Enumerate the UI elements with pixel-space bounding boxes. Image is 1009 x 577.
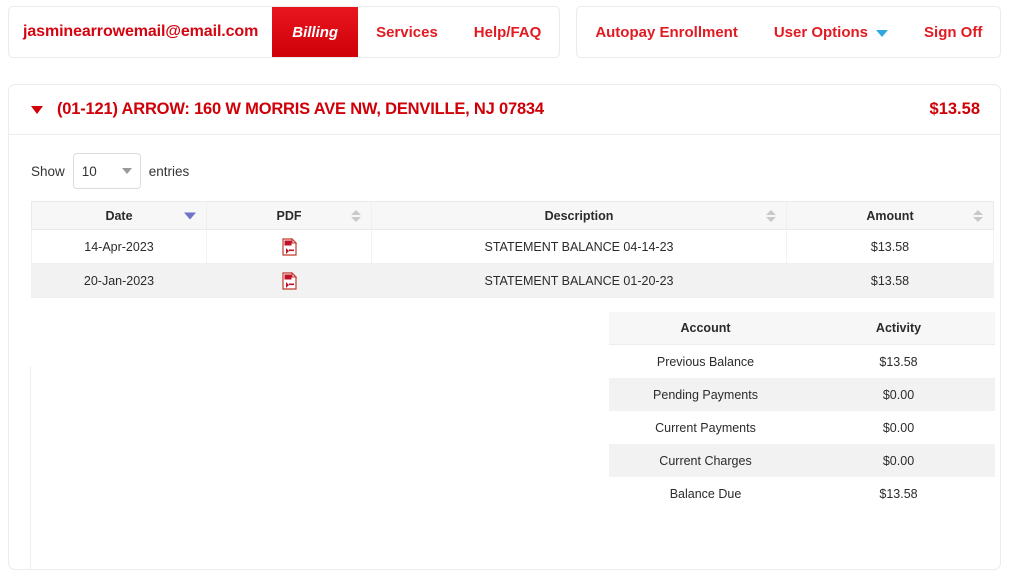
cell-description: STATEMENT BALANCE 04-14-23 [371, 229, 787, 264]
show-label: Show [31, 163, 65, 179]
summary-value: $0.00 [802, 444, 995, 477]
summary-column-activity: Activity [802, 312, 995, 345]
table-header-row: Date PDF Description Amount [31, 201, 994, 230]
user-options-label: User Options [773, 23, 869, 41]
sort-descending-icon [184, 212, 196, 219]
summary-value: $13.58 [802, 344, 995, 378]
summary-label: Current Charges [609, 444, 802, 477]
account-email-label: jasminearrowemail@email.com [23, 23, 259, 40]
nav-item-user-options[interactable]: User Options [756, 7, 906, 57]
statements-table: Date PDF Description Amount 14-Apr-2023 … [31, 201, 994, 298]
nav-item-autopay-enrollment[interactable]: Autopay Enrollment [577, 7, 756, 57]
cell-date: 20-Jan-2023 [31, 263, 207, 298]
nav-item-billing[interactable]: Billing [272, 7, 359, 57]
cell-description: STATEMENT BALANCE 01-20-23 [371, 263, 787, 298]
cell-amount: $13.58 [786, 229, 994, 264]
pdf-icon[interactable] [281, 237, 297, 256]
summary-row-previous-balance: Previous Balance $13.58 [609, 344, 995, 378]
entries-per-page-value: 10 [81, 163, 97, 179]
top-navigation-bar: jasminearrowemail@email.com Billing Serv… [8, 6, 1002, 58]
cell-pdf[interactable] [206, 229, 372, 264]
column-header-description-label: Description [544, 208, 614, 223]
caret-down-icon[interactable] [31, 105, 43, 114]
account-summary-section: Account Activity Previous Balance $13.58… [609, 312, 995, 510]
nav-item-services[interactable]: Services [358, 7, 456, 57]
column-header-amount-label: Amount [866, 208, 914, 223]
secondary-nav-group: Autopay Enrollment User Options Sign Off [576, 6, 1002, 58]
account-header[interactable]: (01-121) ARROW: 160 W MORRIS AVE NW, DEN… [9, 85, 1000, 135]
summary-row-balance-due: Balance Due $13.58 [609, 477, 995, 510]
entries-per-page-select[interactable]: 10 [72, 153, 141, 189]
nav-item-help-faq[interactable]: Help/FAQ [456, 7, 560, 57]
account-title: (01-121) ARROW: 160 W MORRIS AVE NW, DEN… [57, 100, 544, 118]
chevron-down-icon [876, 29, 889, 37]
summary-value: $13.58 [802, 477, 995, 510]
account-balance-amount: $13.58 [929, 100, 980, 118]
sort-both-icon [766, 209, 776, 222]
sort-both-icon [973, 209, 983, 222]
chevron-down-icon [121, 168, 132, 174]
table-left-divider [30, 366, 31, 569]
summary-value: $0.00 [802, 378, 995, 411]
nav-item-sign-off[interactable]: Sign Off [906, 7, 1000, 57]
column-header-pdf-label: PDF [276, 208, 302, 223]
sort-both-icon [351, 209, 361, 222]
show-entries-control: Show 10 entries [9, 135, 1000, 201]
summary-label: Balance Due [609, 477, 802, 510]
summary-label: Current Payments [609, 411, 802, 444]
column-header-date-label: Date [105, 208, 133, 223]
column-header-description[interactable]: Description [371, 201, 787, 230]
summary-column-account: Account [609, 312, 802, 345]
pdf-icon[interactable] [281, 271, 297, 290]
summary-header-row: Account Activity [609, 312, 995, 345]
billing-panel: (01-121) ARROW: 160 W MORRIS AVE NW, DEN… [8, 84, 1001, 570]
summary-row-current-payments: Current Payments $0.00 [609, 411, 995, 444]
summary-row-pending-payments: Pending Payments $0.00 [609, 378, 995, 411]
summary-row-current-charges: Current Charges $0.00 [609, 444, 995, 477]
cell-amount: $13.58 [786, 263, 994, 298]
summary-label: Pending Payments [609, 378, 802, 411]
cell-pdf[interactable] [206, 263, 372, 298]
cell-date: 14-Apr-2023 [31, 229, 207, 264]
primary-nav-group: jasminearrowemail@email.com Billing Serv… [8, 6, 561, 58]
summary-label: Previous Balance [609, 344, 802, 378]
entries-label: entries [148, 163, 190, 179]
account-summary-table: Account Activity Previous Balance $13.58… [609, 312, 995, 510]
column-header-amount[interactable]: Amount [786, 201, 994, 230]
summary-value: $0.00 [802, 411, 995, 444]
column-header-date[interactable]: Date [31, 201, 207, 230]
table-row[interactable]: 14-Apr-2023 STATEMENT BALANCE 04-14-23 $… [31, 229, 994, 264]
table-row[interactable]: 20-Jan-2023 STATEMENT BALANCE 01-20-23 $… [31, 263, 994, 298]
column-header-pdf[interactable]: PDF [206, 201, 372, 230]
